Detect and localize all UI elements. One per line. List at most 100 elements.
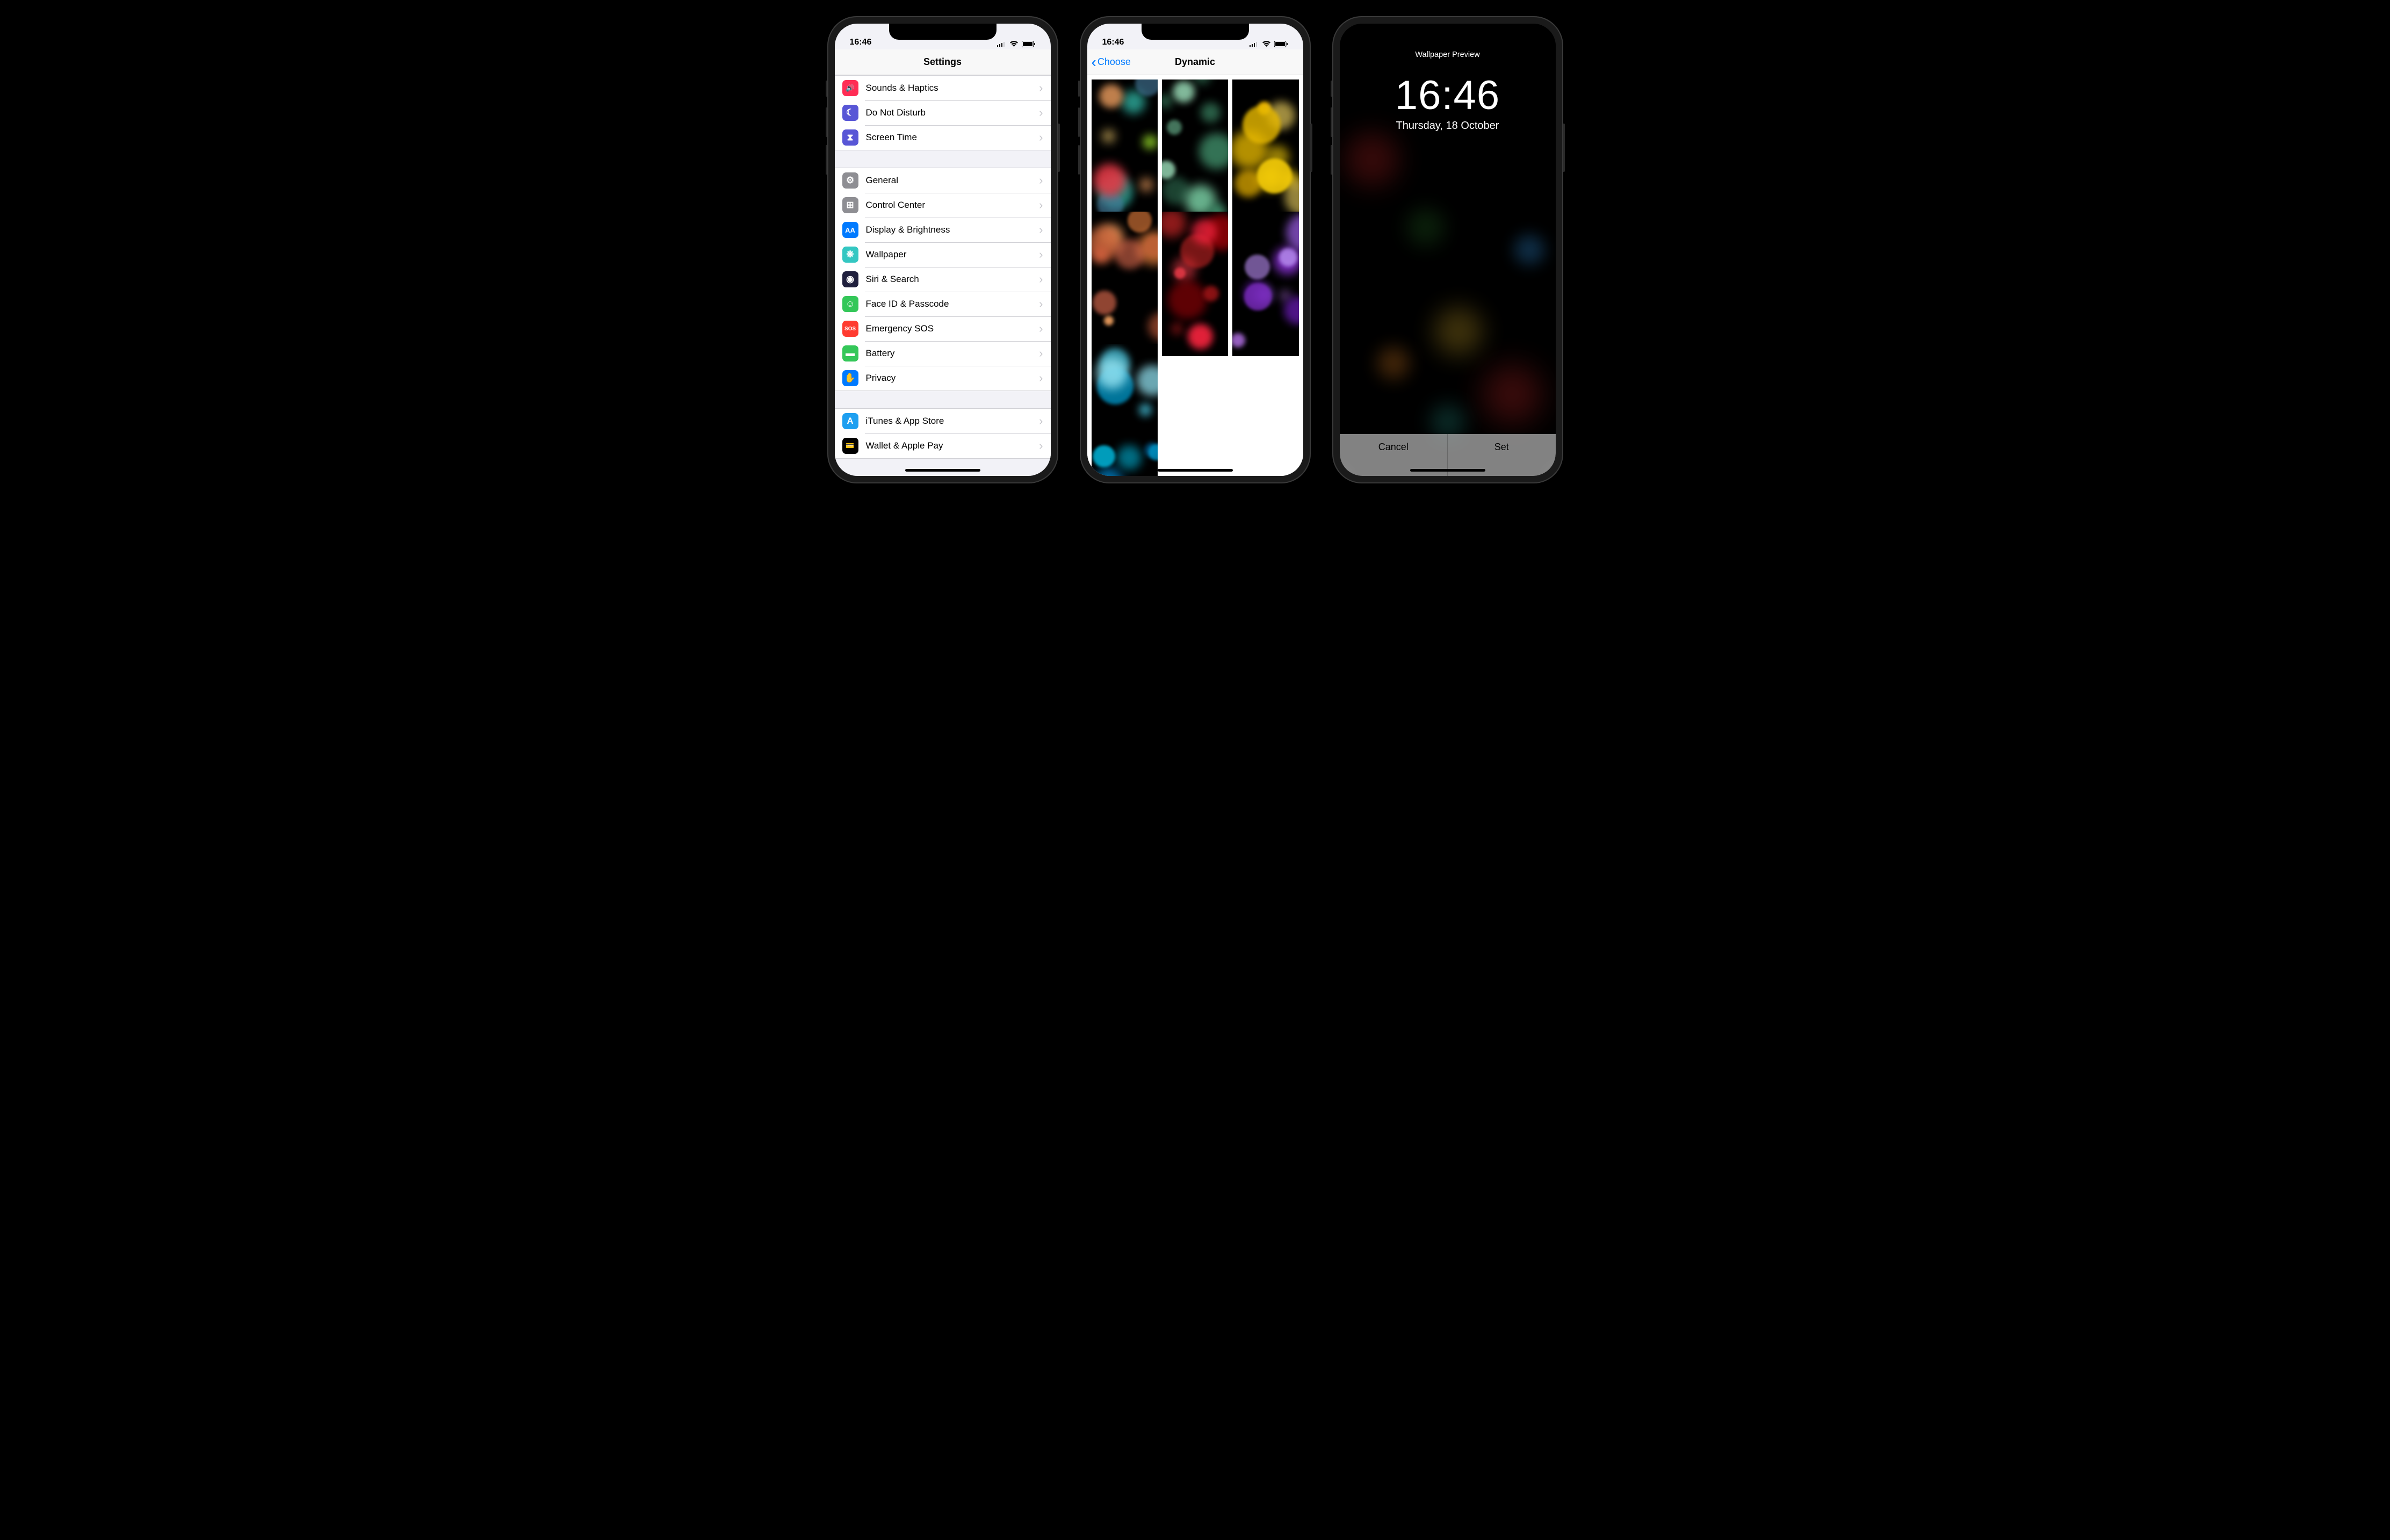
chevron-right-icon: › bbox=[1039, 346, 1043, 360]
bokeh-dot bbox=[1137, 365, 1158, 396]
chevron-right-icon: › bbox=[1039, 106, 1043, 120]
phone-settings: 16:46 Settings 🔊Sounds & Haptics›☾Do Not… bbox=[827, 16, 1058, 483]
wallpaper-tile-purple[interactable] bbox=[1232, 212, 1298, 356]
settings-row-wallet[interactable]: 💳Wallet & Apple Pay› bbox=[835, 433, 1051, 458]
bokeh-dot bbox=[1093, 445, 1115, 468]
bokeh-dot bbox=[1168, 280, 1207, 320]
chevron-right-icon: › bbox=[1039, 223, 1043, 237]
row-label: Do Not Disturb bbox=[866, 107, 1039, 118]
bokeh-dot bbox=[1173, 81, 1195, 103]
bokeh-dot bbox=[1201, 103, 1221, 122]
settings-row-dnd[interactable]: ☾ Do Not Disturb› bbox=[835, 100, 1051, 125]
wallpaper-grid-container bbox=[1087, 75, 1303, 476]
bokeh-dot bbox=[1407, 208, 1445, 246]
bokeh-dot bbox=[1203, 286, 1219, 301]
bokeh-dot bbox=[1483, 365, 1542, 424]
hourglass-icon: ⧗ bbox=[842, 129, 858, 146]
bokeh-dot bbox=[1103, 131, 1114, 142]
settings-row-battery[interactable]: ▬Battery› bbox=[835, 341, 1051, 366]
chevron-right-icon: › bbox=[1039, 371, 1043, 385]
bokeh-dot bbox=[1286, 213, 1299, 252]
settings-row-display[interactable]: AADisplay & Brightness› bbox=[835, 218, 1051, 242]
settings-row-sounds[interactable]: 🔊Sounds & Haptics› bbox=[835, 76, 1051, 100]
bokeh-dot bbox=[1162, 96, 1171, 106]
back-label: Choose bbox=[1097, 56, 1131, 68]
bokeh-dot bbox=[1117, 445, 1142, 470]
settings-group: 🔊Sounds & Haptics›☾Do Not Disturb›⧗Scree… bbox=[835, 75, 1051, 150]
row-label: iTunes & App Store bbox=[866, 416, 1039, 426]
bokeh-dot bbox=[1192, 219, 1217, 244]
row-label: Face ID & Passcode bbox=[866, 299, 1039, 309]
bokeh-dot bbox=[1140, 179, 1152, 191]
bokeh-dot bbox=[1149, 444, 1157, 460]
nav-title: Dynamic bbox=[1175, 56, 1215, 68]
settings-row-privacy[interactable]: ✋Privacy› bbox=[835, 366, 1051, 391]
bokeh-dot bbox=[1143, 135, 1157, 150]
status-indicators bbox=[997, 41, 1036, 47]
sounds-icon: 🔊 bbox=[842, 80, 858, 96]
bokeh-dot bbox=[1257, 158, 1292, 193]
chevron-right-icon: › bbox=[1039, 131, 1043, 144]
back-button[interactable]: ‹ Choose bbox=[1092, 49, 1131, 75]
settings-row-sos[interactable]: SOSEmergency SOS› bbox=[835, 316, 1051, 341]
sos-icon: SOS bbox=[842, 321, 858, 337]
bokeh-dot bbox=[1104, 316, 1114, 326]
wallpaper-icon: ❋ bbox=[842, 247, 858, 263]
bokeh-dot bbox=[1199, 133, 1228, 169]
bokeh-dot bbox=[1244, 283, 1271, 310]
bokeh-dot bbox=[1139, 403, 1152, 416]
siri-icon: ◉ bbox=[842, 271, 858, 287]
chevron-right-icon: › bbox=[1039, 248, 1043, 262]
battery-icon bbox=[1022, 41, 1036, 47]
wallpaper-tile-green[interactable] bbox=[1162, 79, 1228, 224]
lock-screen-clock: 16:46 Thursday, 18 October bbox=[1340, 72, 1556, 132]
chevron-left-icon: ‹ bbox=[1092, 55, 1096, 70]
bokeh-dot bbox=[1096, 358, 1127, 388]
appstore-icon: A bbox=[842, 413, 858, 429]
settings-row-controlcenter[interactable]: ⊞Control Center› bbox=[835, 193, 1051, 218]
cellular-icon bbox=[1249, 41, 1259, 47]
nav-bar-settings: Settings bbox=[835, 49, 1051, 75]
settings-row-appstore[interactable]: AiTunes & App Store› bbox=[835, 409, 1051, 433]
home-indicator[interactable] bbox=[905, 469, 980, 472]
lock-date: Thursday, 18 October bbox=[1340, 120, 1556, 132]
chevron-right-icon: › bbox=[1039, 272, 1043, 286]
settings-row-wallpaper[interactable]: ❋ Wallpaper› bbox=[835, 242, 1051, 267]
home-indicator[interactable] bbox=[1410, 469, 1485, 472]
settings-list[interactable]: 🔊Sounds & Haptics›☾Do Not Disturb›⧗Scree… bbox=[835, 75, 1051, 476]
chevron-right-icon: › bbox=[1039, 297, 1043, 311]
chevron-right-icon: › bbox=[1039, 439, 1043, 453]
wallpaper-tile-red[interactable] bbox=[1162, 212, 1228, 356]
wallpaper-tile-blue[interactable] bbox=[1092, 344, 1158, 476]
wifi-icon bbox=[1009, 41, 1019, 47]
bokeh-dot bbox=[1232, 333, 1245, 348]
row-label: Wallet & Apple Pay bbox=[866, 440, 1039, 451]
hand-icon: ✋ bbox=[842, 370, 858, 386]
status-indicators bbox=[1249, 41, 1288, 47]
wallpaper-tile-yellow[interactable] bbox=[1232, 79, 1298, 224]
settings-group: ⚙General›⊞Control Center›AADisplay & Bri… bbox=[835, 168, 1051, 391]
wallpaper-grid bbox=[1087, 75, 1303, 476]
settings-row-faceid[interactable]: ☺Face ID & Passcode› bbox=[835, 292, 1051, 316]
bokeh-dot bbox=[1174, 267, 1186, 279]
home-indicator[interactable] bbox=[1158, 469, 1233, 472]
battery-icon bbox=[1274, 41, 1288, 47]
bokeh-dot bbox=[1434, 307, 1483, 356]
row-label: Siri & Search bbox=[866, 274, 1039, 285]
bokeh-dot bbox=[1245, 255, 1270, 280]
bokeh-dot bbox=[1279, 248, 1297, 266]
bokeh-dot bbox=[1194, 79, 1211, 84]
settings-row-siri[interactable]: ◉ Siri & Search› bbox=[835, 267, 1051, 292]
gear-icon: ⚙ bbox=[842, 172, 858, 189]
bokeh-dot bbox=[1162, 212, 1186, 237]
phone-wallpaper-preview: Wallpaper Preview 16:46 Thursday, 18 Oct… bbox=[1332, 16, 1563, 483]
bokeh-dot bbox=[1345, 133, 1399, 186]
row-label: Screen Time bbox=[866, 132, 1039, 143]
bokeh-dot bbox=[1162, 161, 1175, 179]
row-label: Wallpaper bbox=[866, 249, 1039, 260]
settings-row-screentime[interactable]: ⧗ Screen Time› bbox=[835, 125, 1051, 150]
wallpaper-tile-orange[interactable] bbox=[1092, 212, 1158, 356]
settings-row-general[interactable]: ⚙General› bbox=[835, 168, 1051, 193]
moon-icon: ☾ bbox=[842, 105, 858, 121]
wallpaper-tile-multi[interactable] bbox=[1092, 79, 1158, 224]
